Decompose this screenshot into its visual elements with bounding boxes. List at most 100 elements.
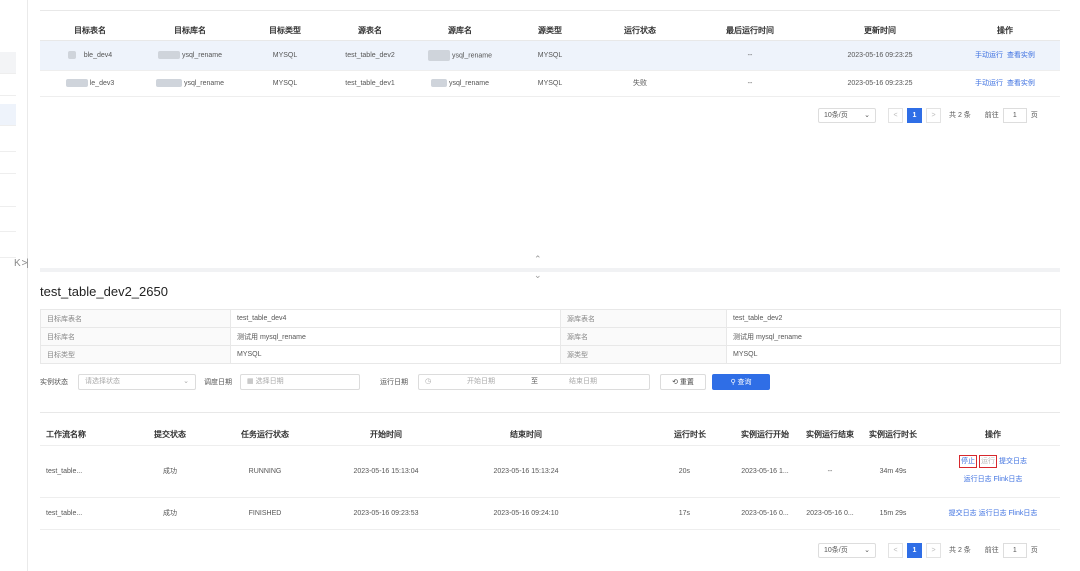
col-start-time: 开始时间: [370, 430, 402, 440]
sidebar-item[interactable]: [0, 74, 16, 96]
page-size-select[interactable]: 10条/页 ⌄: [818, 542, 876, 558]
search-icon: ⚲: [730, 379, 736, 386]
task-status-cell: FINISHED: [248, 509, 282, 517]
sidebar-item[interactable]: [0, 210, 16, 232]
table-header: 工作流名称 提交状态 任务运行状态 开始时间 结束时间 运行时长 实例运行开始 …: [40, 425, 1060, 445]
target-table-cell: ble_dev4: [83, 51, 113, 59]
page-number-current[interactable]: 1: [907, 542, 922, 558]
table-row[interactable]: test_table... 成功 RUNNING 2023-05-16 15:1…: [40, 445, 1060, 497]
redacted-block: [155, 79, 182, 87]
redacted-block: [65, 79, 88, 87]
source-db-cell: ysql_rename: [448, 79, 490, 87]
col-target-db: 目标库名: [174, 26, 206, 36]
stop-button[interactable]: 停止: [959, 455, 978, 468]
info-value: test_table_dev4: [230, 309, 561, 328]
manual-run-link[interactable]: 手动运行: [975, 80, 1003, 87]
view-instance-link[interactable]: 查看实例: [1007, 80, 1035, 87]
sidebar-item-active[interactable]: [0, 104, 16, 126]
sidebar-item[interactable]: [0, 185, 16, 207]
info-row: 目标库名 测试用 mysql_rename 源库名 测试用 mysql_rena…: [40, 327, 1061, 346]
goto-page-input[interactable]: 1: [1002, 542, 1027, 558]
view-instance-link[interactable]: 查看实例: [1007, 52, 1035, 59]
goto-page-input[interactable]: 1: [1002, 107, 1027, 123]
target-db-cell: ysql_rename: [183, 79, 225, 87]
instance-filter-bar: 实例状态 请选择状态 ⌄ 调度日期 ▦ 选择日期 运行日期 ◷ 开始日期 至 结束…: [40, 374, 800, 390]
target-table-cell: le_dev3: [89, 79, 115, 87]
submit-status-cell: 成功: [163, 468, 177, 475]
prev-page-icon[interactable]: <: [888, 542, 903, 558]
chevron-down-icon: ⌄: [864, 547, 870, 554]
info-key: 目标类型: [40, 345, 231, 364]
end-time-cell: 2023-05-16 15:13:24: [493, 467, 559, 475]
table-row[interactable]: ble_dev4 ysql_rename MYSQL test_table_de…: [40, 40, 1060, 70]
expand-down-icon[interactable]: ⌄: [534, 270, 542, 281]
next-page-icon[interactable]: >: [926, 107, 941, 123]
submit-log-link[interactable]: 提交日志: [949, 510, 977, 517]
page-number-current[interactable]: 1: [907, 107, 922, 123]
inst-start-cell: 2023-05-16 0...: [741, 509, 789, 517]
schedule-date-input[interactable]: ▦ 选择日期: [240, 374, 360, 390]
submit-log-link[interactable]: 提交日志: [999, 458, 1027, 465]
redacted-block: [157, 51, 180, 59]
source-type-cell: MYSQL: [537, 51, 563, 59]
sidebar-item[interactable]: [0, 52, 16, 74]
col-status: 运行状态: [624, 26, 656, 36]
redacted-block: [427, 49, 450, 61]
runs-divider: [40, 412, 1060, 413]
start-time-cell: 2023-05-16 15:13:04: [353, 467, 419, 475]
col-submit-status: 提交状态: [154, 430, 186, 440]
table-row[interactable]: le_dev3 ysql_rename MYSQL test_table_dev…: [40, 70, 1060, 96]
inst-end-cell: --: [827, 467, 833, 475]
info-value: MYSQL: [230, 345, 561, 364]
collapse-sidebar-icon[interactable]: K >|: [14, 258, 40, 272]
left-sidebar: [0, 0, 28, 571]
status-select[interactable]: 请选择状态 ⌄: [78, 374, 196, 390]
run-button-disabled[interactable]: 运行: [979, 455, 997, 468]
start-time-cell: 2023-05-16 09:23:53: [353, 509, 419, 517]
panel-splitter[interactable]: [40, 268, 1060, 272]
col-source-db: 源库名: [448, 26, 472, 36]
sidebar-item[interactable]: [0, 152, 16, 174]
run-log-link[interactable]: 运行日志: [964, 476, 992, 483]
target-db-cell: ysql_rename: [181, 51, 223, 59]
manual-run-link[interactable]: 手动运行: [975, 52, 1003, 59]
col-inst-duration: 实例运行时长: [869, 430, 917, 440]
sync-task-table: 目标表名 目标库名 目标类型 源表名 源库名 源类型 运行状态 最后运行时间 更…: [40, 22, 1060, 97]
flink-log-link[interactable]: Flink日志: [994, 476, 1023, 483]
top-pagination: 10条/页 ⌄ < 1 > 共 2 条 前往 1 页: [818, 107, 1038, 123]
info-value: test_table_dev2: [726, 309, 1061, 328]
col-workflow: 工作流名称: [46, 430, 86, 440]
workflow-cell: test_table...: [46, 467, 83, 475]
goto-label: 前往: [984, 112, 999, 119]
detail-info-table: 目标库表名 test_table_dev4 源库表名 test_table_de…: [40, 309, 1061, 364]
reset-button[interactable]: ⟲ 重置: [660, 374, 706, 390]
table-header: 目标表名 目标库名 目标类型 源表名 源库名 源类型 运行状态 最后运行时间 更…: [40, 22, 1060, 40]
expand-up-icon[interactable]: ⌃: [534, 254, 542, 265]
page-unit-label: 页: [1030, 547, 1038, 554]
sidebar-item[interactable]: [0, 130, 16, 152]
info-value: 测试用 mysql_rename: [726, 327, 1061, 346]
run-log-link[interactable]: 运行日志: [979, 510, 1007, 517]
col-end-time: 结束时间: [510, 430, 542, 440]
info-row: 目标类型 MYSQL 源类型 MYSQL: [40, 345, 1061, 364]
col-task-status: 任务运行状态: [241, 430, 289, 440]
col-inst-start: 实例运行开始: [741, 430, 789, 440]
col-target-type: 目标类型: [269, 26, 301, 36]
prev-page-icon[interactable]: <: [888, 107, 903, 123]
col-source-type: 源类型: [538, 26, 562, 36]
chevron-down-icon: ⌄: [183, 378, 189, 385]
target-type-cell: MYSQL: [272, 51, 298, 59]
next-page-icon[interactable]: >: [926, 542, 941, 558]
flink-log-link[interactable]: Flink日志: [1009, 510, 1038, 517]
page-size-select[interactable]: 10条/页 ⌄: [818, 107, 876, 123]
task-status-cell: RUNNING: [248, 467, 282, 475]
run-date-range[interactable]: ◷ 开始日期 至 结束日期: [418, 374, 650, 390]
total-count: 共 2 条: [949, 112, 971, 119]
submit-status-cell: 成功: [163, 510, 177, 517]
sidebar-item[interactable]: [0, 236, 16, 258]
query-button[interactable]: ⚲ 查询: [712, 374, 770, 390]
source-table-cell: test_table_dev1: [345, 79, 395, 87]
goto-label: 前往: [984, 547, 999, 554]
table-row[interactable]: test_table... 成功 FINISHED 2023-05-16 09:…: [40, 497, 1060, 529]
col-source-table: 源表名: [358, 26, 382, 36]
